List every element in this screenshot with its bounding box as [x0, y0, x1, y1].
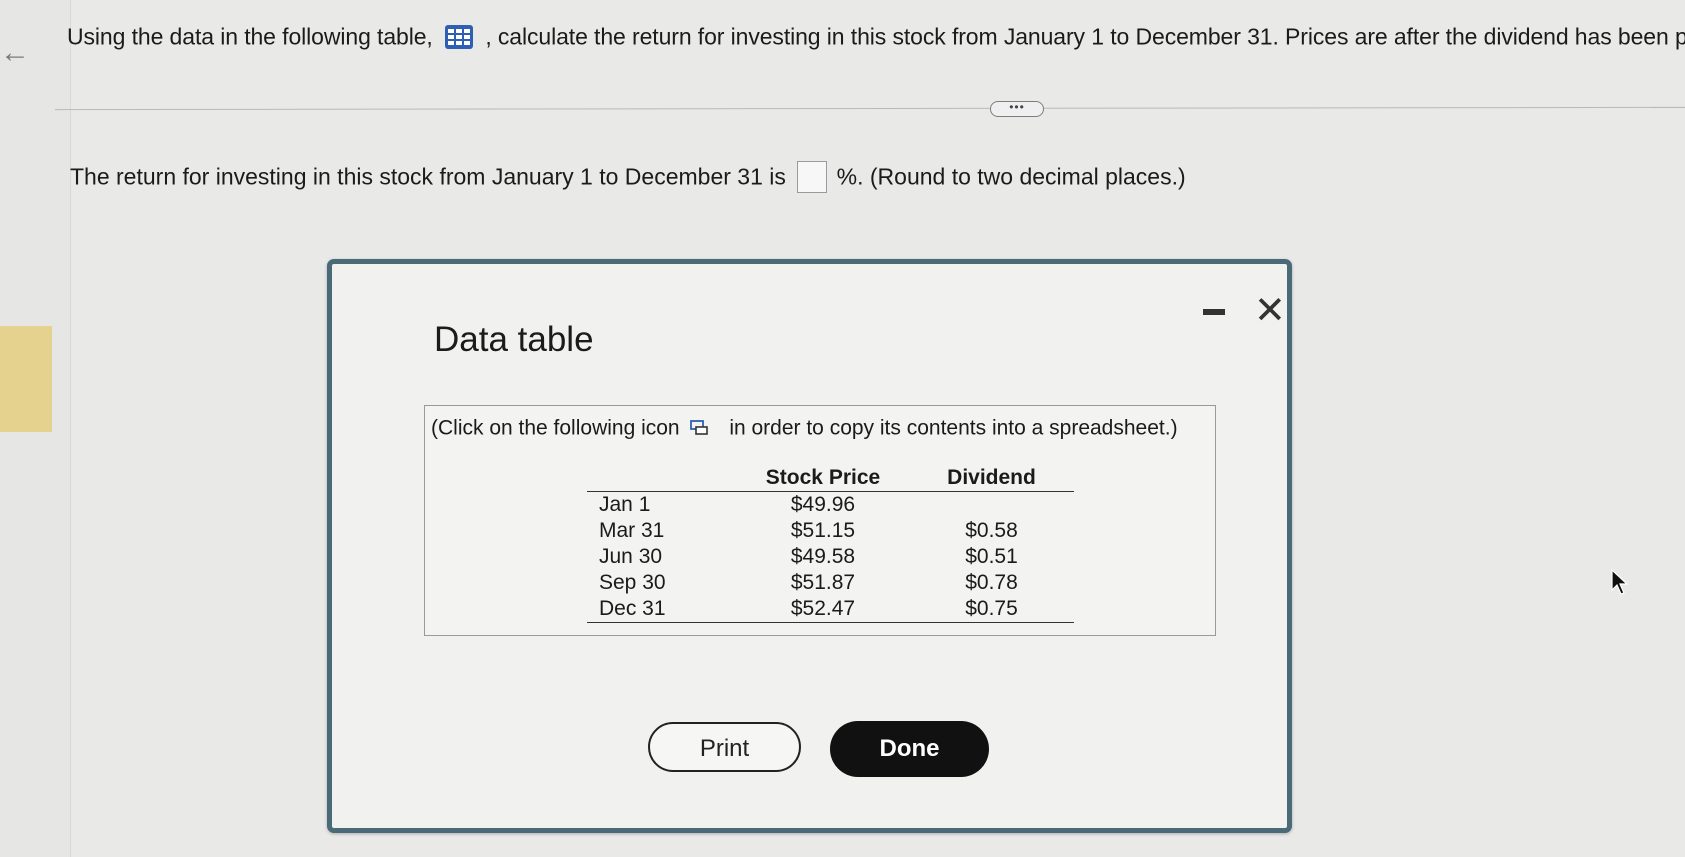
- question-text: Using the data in the following table, ,…: [67, 22, 1685, 50]
- dividend-cell: $0.78: [965, 571, 1018, 594]
- dividend-cell: $0.51: [965, 545, 1018, 568]
- table-row: Dec 31 $52.47 $0.75: [587, 596, 1074, 623]
- section-divider: [55, 106, 1685, 111]
- done-button[interactable]: Done: [830, 721, 989, 777]
- mouse-pointer-icon: [1611, 568, 1629, 595]
- date-cell: Dec 31: [587, 596, 737, 623]
- table-header-row: Stock Price Dividend: [587, 464, 1074, 492]
- modal-title: Data table: [434, 320, 594, 359]
- table-grid-icon[interactable]: [444, 24, 474, 50]
- date-cell: Jun 30: [599, 545, 663, 568]
- column-header-date: [587, 464, 737, 492]
- price-cell: $49.96: [790, 493, 856, 516]
- copy-spreadsheet-icon[interactable]: [689, 419, 709, 437]
- minimize-icon[interactable]: [1203, 309, 1225, 315]
- date-cell: Mar 31: [599, 519, 665, 542]
- table-row: Mar 31 $51.15 $0.58: [587, 518, 1074, 544]
- date-cell: Jan 1: [599, 493, 651, 516]
- dividend-cell: [909, 492, 1074, 519]
- copy-instruction: (Click on the following icon in order to…: [431, 416, 1178, 440]
- answer-suffix: %. (Round to two decimal places.): [836, 163, 1186, 190]
- price-cell: $52.47: [737, 596, 909, 623]
- dividend-cell: $0.75: [909, 596, 1074, 623]
- column-header-dividend: Dividend: [909, 464, 1074, 492]
- highlight-tab: [0, 326, 52, 432]
- price-cell: $49.58: [790, 545, 856, 568]
- answer-prefix: The return for investing in this stock f…: [70, 163, 786, 190]
- table-row: Jun 30 $49.58 $0.51: [587, 544, 1074, 570]
- dividend-cell: $0.58: [965, 519, 1018, 542]
- column-header-price: Stock Price: [737, 464, 909, 492]
- close-icon[interactable]: ✕: [1254, 292, 1286, 330]
- data-table-modal: Data table ✕ (Click on the following ico…: [327, 259, 1292, 833]
- answer-line: The return for investing in this stock f…: [70, 161, 1186, 193]
- copy-instruction-suffix: in order to copy its contents into a spr…: [729, 416, 1178, 440]
- price-cell: $51.87: [790, 571, 856, 594]
- table-row: Sep 30 $51.87 $0.78: [587, 570, 1074, 596]
- price-cell: $51.15: [790, 519, 856, 542]
- date-cell: Sep 30: [599, 571, 666, 594]
- table-row: Jan 1 $49.96: [587, 492, 1074, 519]
- stock-data-table: Stock Price Dividend Jan 1 $49.96 Mar 31…: [587, 464, 1074, 623]
- answer-input[interactable]: [797, 161, 828, 193]
- table-container: (Click on the following icon in order to…: [424, 405, 1216, 636]
- question-text-part2: , calculate the return for investing in …: [485, 23, 1685, 50]
- copy-instruction-prefix: (Click on the following icon: [431, 416, 680, 440]
- question-text-part1: Using the data in the following table,: [67, 23, 433, 50]
- more-button[interactable]: •••: [990, 101, 1044, 117]
- back-arrow-icon[interactable]: ←: [0, 38, 30, 68]
- print-button[interactable]: Print: [648, 722, 801, 772]
